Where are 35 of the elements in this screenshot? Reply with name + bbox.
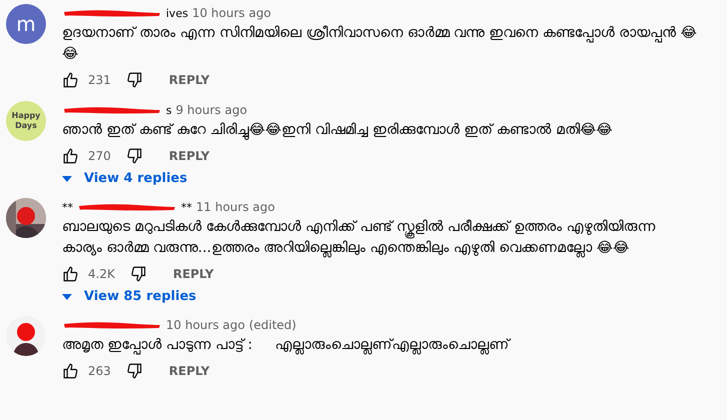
- timestamp[interactable]: 11 hours ago: [196, 200, 275, 214]
- like-count: 4.2K: [88, 267, 115, 281]
- thumbs-up-icon[interactable]: [62, 265, 80, 283]
- like-count: 231: [88, 73, 111, 87]
- thumbs-up-icon[interactable]: [62, 71, 80, 89]
- caret-icon: [62, 294, 72, 300]
- comment-text: ഞാൻ ഇത് കണ്ട് കുറേ ചിരിച്ചു😂😂ഇനി വിഷമിച്ച ഇരിക്കുമ്പോൾ ഇത് കണ്ടാൽ മതി😂😂: [62, 121, 614, 141]
- thumbs-down-icon[interactable]: [124, 71, 143, 89]
- caret-icon: [62, 176, 72, 182]
- comment-text: ബാലയുടെ മറുപടികൾ കേൾക്കുമ്പോൾ എനിക്ക് പണ്ട് സ്കൂളിൽ പരീക്ഷക്ക് ഉത്തരം എഴുതിയിരുന്ന കാര്യം ഓർമ്മ വരുന്നു...ഉത്തരം അറിയില്ലെങ്കിലും എന്തെങ്കിലും എഴുതി വെക്കണമല്ലോ 😂😂: [62, 218, 657, 259]
- timestamp[interactable]: 10 hours ago: [192, 6, 272, 20]
- timestamp[interactable]: 9 hours ago: [176, 103, 248, 117]
- reply-button[interactable]: REPLY: [160, 69, 218, 91]
- author-name-fragment[interactable]: **: [62, 200, 73, 214]
- thumbs-up-icon[interactable]: [62, 362, 80, 380]
- thumbs-up-icon[interactable]: [62, 147, 80, 165]
- author-name-fragment[interactable]: s: [166, 104, 172, 116]
- avatar[interactable]: m: [6, 4, 46, 44]
- thumbs-down-icon[interactable]: [124, 362, 143, 380]
- view-replies-button[interactable]: View 85 replies: [62, 287, 196, 306]
- reply-button[interactable]: REPLY: [160, 145, 218, 167]
- reply-button[interactable]: REPLY: [160, 360, 218, 382]
- thumbs-down-icon[interactable]: [124, 147, 143, 165]
- like-count: 270: [88, 149, 111, 163]
- author-name-fragment[interactable]: **: [181, 200, 192, 214]
- comment-text: ഉദയനാണ് താരം എന്ന സിനിമയിലെ ശ്രീനിവാസനെ ഓർമ്മ വന്നു ഇവനെ കണ്ടപ്പോൾ രായപ്പൻ 😂 😂: [62, 24, 697, 64]
- comment-text: അമൃത ഇപ്പോൾ പാടുന്ന പാട്ട് : എല്ലാരുംചൊല്ലണ്എല്ലാരുംചൊല്ലണ്: [62, 336, 512, 356]
- thumbs-down-icon[interactable]: [128, 265, 147, 283]
- view-replies-button[interactable]: View 4 replies: [62, 169, 188, 188]
- like-count: 263: [88, 364, 111, 378]
- author-name-fragment[interactable]: ives: [166, 6, 188, 20]
- reply-button[interactable]: REPLY: [164, 263, 222, 285]
- timestamp[interactable]: 10 hours ago: [166, 318, 245, 332]
- avatar[interactable]: Happy Days: [6, 101, 46, 141]
- edited-label: (edited): [248, 318, 296, 332]
